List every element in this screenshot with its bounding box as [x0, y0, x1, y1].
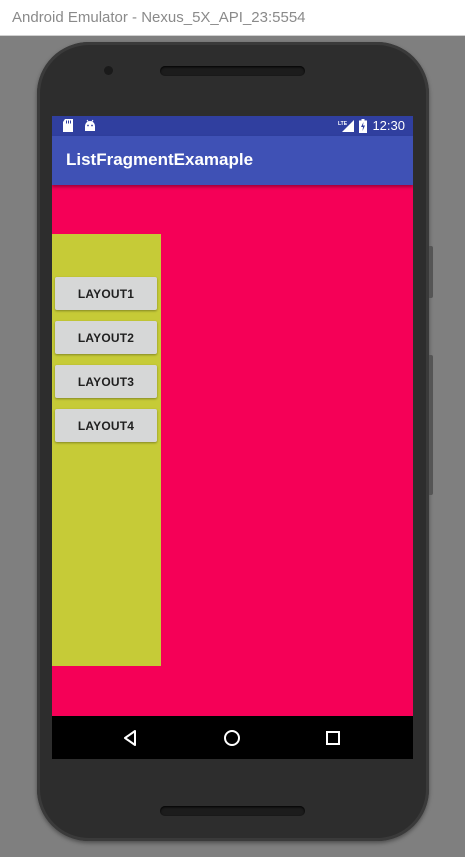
lte-signal-icon: LTE	[338, 120, 355, 132]
power-button[interactable]	[429, 246, 433, 298]
navigation-bar	[52, 716, 413, 759]
bottom-speaker-grille	[160, 806, 305, 816]
main-content: LAYOUT1 LAYOUT2 LAYOUT3 LAYOUT4	[52, 185, 413, 716]
layout4-button[interactable]: LAYOUT4	[55, 409, 157, 442]
layout2-button[interactable]: LAYOUT2	[55, 321, 157, 354]
volume-rocker[interactable]	[429, 355, 433, 495]
list-fragment: LAYOUT1 LAYOUT2 LAYOUT3 LAYOUT4	[52, 234, 161, 666]
app-bar: ListFragmentExamaple	[52, 136, 413, 185]
battery-charging-icon	[359, 118, 368, 133]
front-camera	[104, 66, 113, 75]
sd-card-icon	[63, 119, 73, 132]
app-title: ListFragmentExamaple	[66, 150, 254, 169]
status-bar: LTE 12:30	[52, 116, 413, 136]
emulator-window-title: Android Emulator - Nexus_5X_API_23:5554	[12, 9, 306, 26]
device-screen: LTE 12:30 ListFragmentExamaple LAYOUT1 L…	[52, 116, 413, 759]
svg-text:LTE: LTE	[338, 121, 348, 127]
top-speaker-grille	[160, 66, 305, 76]
recents-icon[interactable]	[322, 727, 344, 749]
status-time: 12:30	[372, 118, 405, 133]
home-icon[interactable]	[221, 727, 243, 749]
emulator-title-bar: Android Emulator - Nexus_5X_API_23:5554	[0, 0, 465, 36]
layout1-button[interactable]: LAYOUT1	[55, 277, 157, 310]
android-debug-icon	[85, 119, 95, 131]
back-icon[interactable]	[120, 727, 142, 749]
layout3-button[interactable]: LAYOUT3	[55, 365, 157, 398]
